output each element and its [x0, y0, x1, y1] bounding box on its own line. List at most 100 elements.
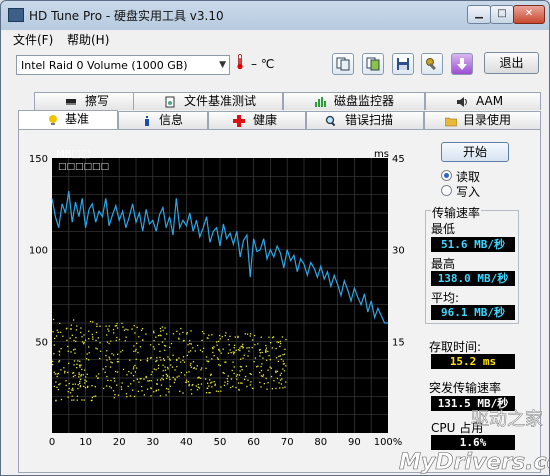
- access-time-point: [153, 330, 155, 332]
- access-time-point: [208, 334, 210, 336]
- access-time-point: [52, 363, 54, 366]
- access-time-point: [99, 325, 101, 327]
- access-time-point: [113, 397, 115, 399]
- access-time-point: [280, 342, 282, 345]
- access-time-point: [267, 350, 269, 353]
- access-time-point: [278, 341, 280, 343]
- access-time-point: [116, 384, 118, 386]
- access-time-point: [172, 333, 175, 335]
- access-time-point: [88, 338, 90, 340]
- access-time-point: [276, 341, 278, 343]
- access-time-point: [284, 386, 286, 388]
- access-time-point: [270, 367, 272, 369]
- access-time-point: [76, 367, 78, 369]
- access-time-point: [67, 350, 69, 352]
- access-time-point: [108, 342, 110, 345]
- access-time-point: [133, 380, 135, 382]
- access-time-point: [79, 364, 81, 367]
- access-time-point: [133, 350, 135, 352]
- access-time-point: [192, 361, 195, 363]
- access-time-point: [66, 339, 68, 341]
- access-time-point: [219, 364, 221, 367]
- read-radio[interactable]: 读取: [441, 168, 511, 184]
- access-time-point: [162, 329, 164, 332]
- access-time-point: [283, 353, 286, 355]
- access-time-point: [83, 343, 85, 345]
- access-time-point: [92, 336, 94, 338]
- access-time-point: [76, 325, 78, 327]
- close-button[interactable]: ✕: [513, 5, 545, 24]
- access-time-point: [84, 339, 87, 341]
- access-time-point: [84, 387, 87, 389]
- tab-aam[interactable]: AAM: [425, 92, 541, 110]
- access-time-point: [279, 387, 281, 389]
- access-time-point: [69, 392, 72, 394]
- access-time-point: [282, 387, 284, 389]
- access-time-point: [74, 348, 76, 350]
- access-time-point: [84, 369, 86, 371]
- access-time-point: [260, 375, 263, 377]
- access-time-point: [153, 332, 155, 334]
- access-time-point: [132, 389, 134, 391]
- access-time-point: [219, 350, 221, 352]
- access-time-point: [69, 337, 71, 339]
- access-time-point: [70, 351, 72, 353]
- access-time-point: [246, 347, 248, 349]
- access-time-point: [134, 371, 136, 373]
- write-radio[interactable]: 写入: [441, 183, 511, 199]
- access-time-point: [133, 325, 135, 327]
- access-time-point: [189, 364, 192, 366]
- access-time-point: [241, 382, 243, 384]
- access-time-point: [65, 328, 68, 330]
- app-window: HD Tune Pro - 硬盘实用工具 v3.10 ▁ □ ✕ 文件(F) 帮…: [0, 0, 550, 476]
- maximize-button[interactable]: □: [490, 5, 514, 24]
- access-time-point: [110, 379, 112, 382]
- access-time-point: [228, 344, 230, 346]
- access-time-point: [153, 340, 155, 342]
- access-time-point: [67, 371, 69, 374]
- access-time-point: [247, 379, 249, 381]
- access-time-point: [85, 376, 87, 378]
- access-time-point: [205, 367, 207, 369]
- exit-button[interactable]: 退出: [484, 52, 539, 74]
- access-time-point: [233, 372, 235, 375]
- access-time-point: [150, 380, 152, 382]
- tab-folder-usage[interactable]: 目录使用: [424, 111, 541, 129]
- access-time-point: [106, 341, 109, 343]
- access-time-point: [207, 387, 209, 389]
- access-time-point: [75, 340, 77, 343]
- update-button[interactable]: [451, 53, 473, 75]
- options-button[interactable]: [421, 53, 443, 75]
- access-time-point: [159, 350, 161, 352]
- access-time-point: [74, 374, 76, 377]
- access-time-point: [271, 347, 273, 349]
- access-time-point: [107, 379, 109, 382]
- access-time-point: [280, 358, 283, 360]
- access-time-point: [78, 373, 80, 376]
- access-time-point: [95, 347, 97, 349]
- access-time-point: [179, 390, 181, 392]
- access-time-point: [210, 373, 212, 375]
- access-time-point: [205, 356, 208, 358]
- access-time-point: [138, 336, 140, 338]
- access-time-point: [156, 383, 158, 385]
- access-time-point: [216, 341, 218, 343]
- access-time-point: [244, 333, 246, 335]
- access-time-point: [251, 387, 254, 389]
- access-time-point: [227, 375, 229, 377]
- access-time-point: [88, 359, 90, 361]
- access-time-point: [182, 356, 185, 358]
- access-time-point: [285, 365, 287, 367]
- access-time-point: [129, 359, 131, 361]
- access-time-point: [133, 345, 135, 347]
- access-time-point: [135, 348, 137, 350]
- access-time-point: [60, 369, 62, 371]
- access-time-point: [56, 375, 58, 378]
- access-time-point: [176, 376, 178, 378]
- minimize-button[interactable]: ▁: [467, 5, 491, 24]
- access-time-point: [54, 373, 56, 375]
- access-time-point: [55, 335, 58, 337]
- access-time-point: [147, 380, 149, 382]
- start-button[interactable]: 开始: [441, 142, 509, 162]
- access-time-point: [160, 335, 162, 337]
